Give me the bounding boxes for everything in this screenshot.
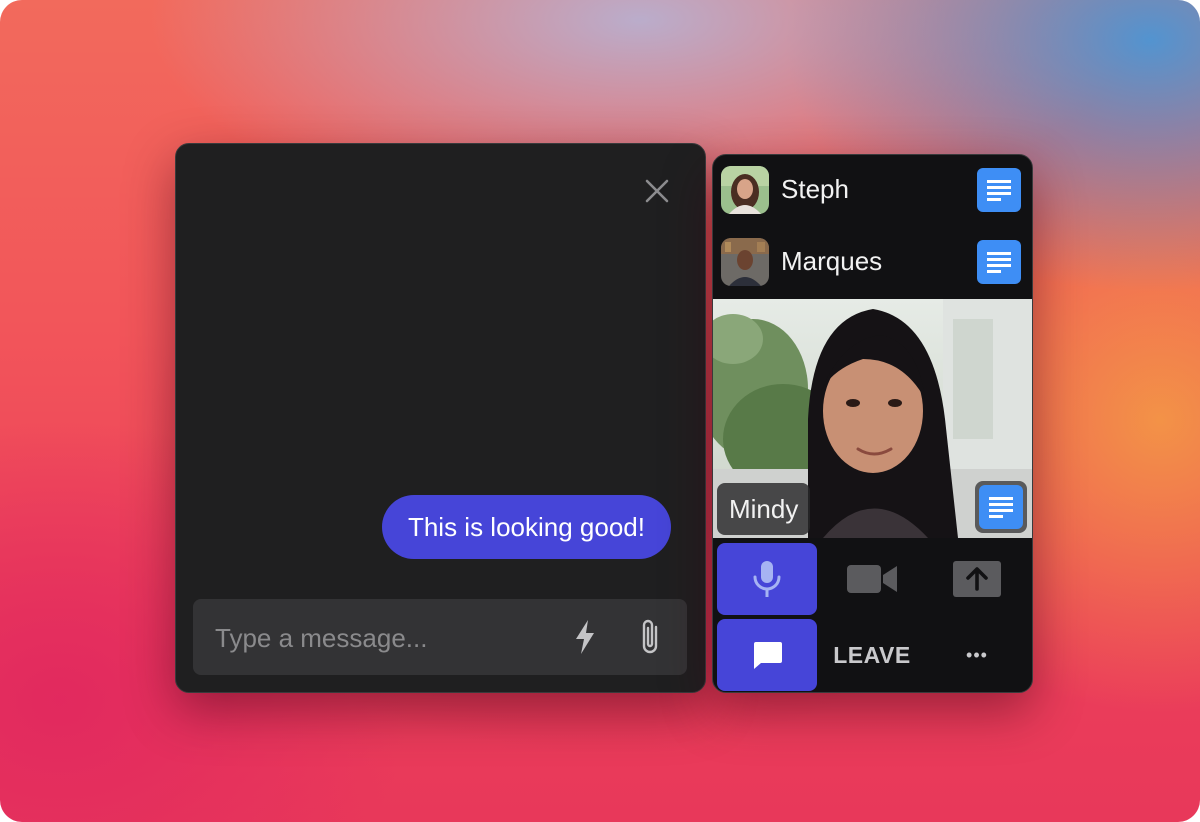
video-camera-icon <box>847 565 897 593</box>
chat-bubble-icon <box>754 642 782 669</box>
close-icon <box>645 179 669 203</box>
chat-message-bubble: This is looking good! <box>381 495 671 559</box>
call-panel: Steph Marques Mindy LEAVE ••• <box>712 154 1033 693</box>
active-speaker-video: Mindy <box>713 299 1032 538</box>
more-options-button[interactable]: ••• <box>927 619 1027 691</box>
notes-icon <box>987 180 1011 201</box>
message-input[interactable] <box>213 599 557 677</box>
lightning-bolt-icon[interactable] <box>573 619 597 660</box>
avatar <box>721 238 769 286</box>
notes-icon <box>989 497 1013 518</box>
speaker-name-tag: Mindy <box>717 483 811 535</box>
speaker-notes-button[interactable] <box>975 481 1027 533</box>
share-screen-icon <box>953 561 1001 597</box>
notes-icon <box>987 252 1011 273</box>
paperclip-icon[interactable] <box>637 617 663 662</box>
share-screen-button[interactable] <box>927 543 1027 615</box>
leave-button[interactable]: LEAVE <box>822 619 922 691</box>
participant-row-steph[interactable]: Steph <box>713 166 1032 230</box>
close-button[interactable] <box>642 176 672 206</box>
leave-label: LEAVE <box>833 641 911 668</box>
avatar <box>721 166 769 214</box>
notes-button[interactable] <box>977 168 1021 212</box>
microphone-icon <box>753 561 781 597</box>
camera-button[interactable] <box>822 543 922 615</box>
participant-row-marques[interactable]: Marques <box>713 238 1032 302</box>
microphone-button[interactable] <box>717 543 817 615</box>
chat-window: This is looking good! <box>175 143 706 693</box>
notes-button[interactable] <box>977 240 1021 284</box>
participant-name: Steph <box>781 174 849 204</box>
chat-toggle-button[interactable] <box>717 619 817 691</box>
message-composer <box>193 599 687 677</box>
participant-name: Marques <box>781 246 883 276</box>
more-options-icon: ••• <box>966 644 988 665</box>
